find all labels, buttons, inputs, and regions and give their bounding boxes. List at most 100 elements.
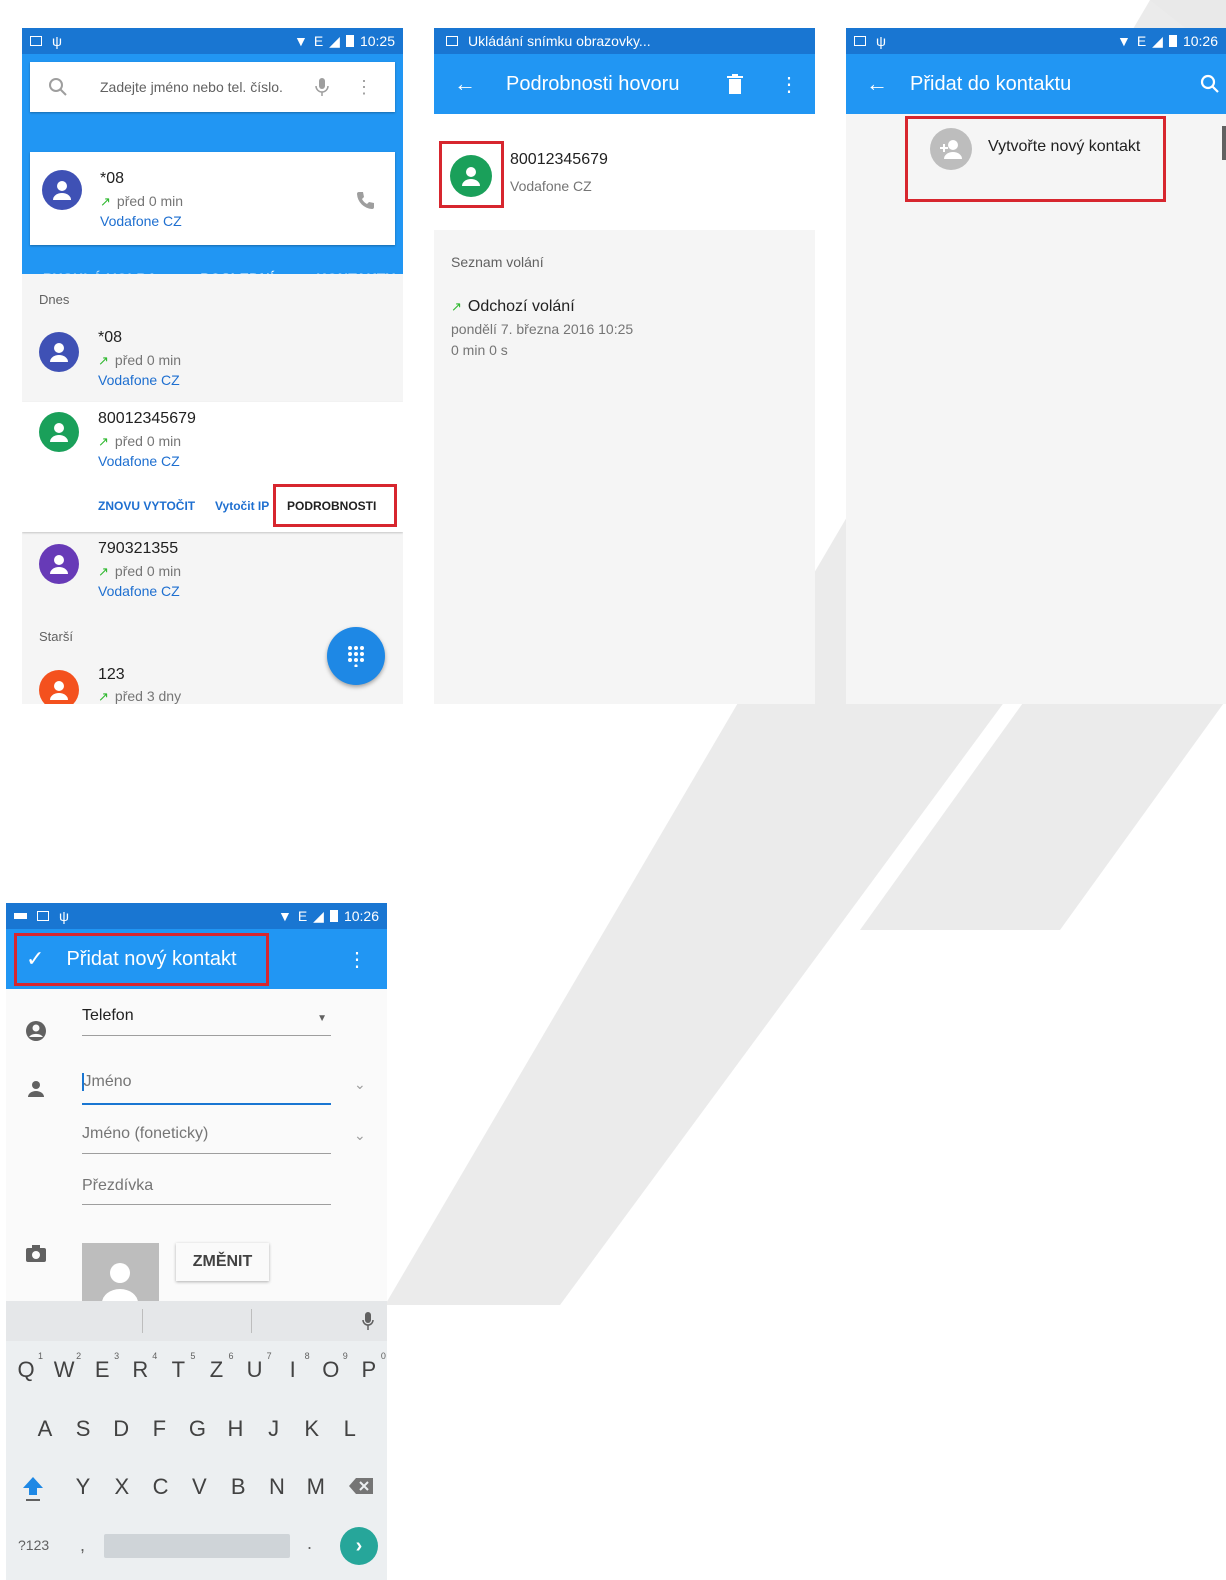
key-n[interactable]: N	[262, 1474, 292, 1500]
key-j[interactable]: J	[259, 1416, 289, 1442]
screen-new-contact: ψ ▼ E ◢ 10:26 ✓ Přidat nový kontakt ⋮ Te…	[6, 903, 387, 1580]
avatar	[39, 332, 79, 372]
key-number-hint: 1	[37, 1351, 43, 1361]
camera-icon	[26, 1245, 46, 1262]
person-icon	[28, 1081, 44, 1097]
highlight-box[interactable]	[439, 141, 504, 208]
avatar	[42, 170, 82, 210]
account-icon	[26, 1021, 46, 1041]
key-b[interactable]: B	[223, 1474, 253, 1500]
key-number-hint: 0	[380, 1351, 386, 1361]
featured-call-card[interactable]: *08 ↗ před 0 min Vodafone CZ	[30, 152, 395, 245]
key-p[interactable]: P0	[354, 1351, 386, 1383]
redial-button[interactable]: ZNOVU VYTOČIT	[98, 499, 195, 513]
app-bar: ← Podrobnosti hovoru ⋮	[434, 54, 815, 114]
person-icon	[50, 681, 68, 700]
scrollbar[interactable]	[1222, 126, 1226, 160]
key-number-hint: 5	[190, 1351, 196, 1361]
key-s[interactable]: S	[68, 1416, 98, 1442]
space-bar[interactable]	[104, 1534, 290, 1558]
call-list: Dnes *08 ↗ před 0 min Vodafone CZ 8001234…	[22, 274, 403, 704]
dialpad-fab[interactable]	[327, 627, 385, 685]
suggestion-strip	[6, 1301, 387, 1341]
screen-call-log: ψ ▼ E ◢ 10:25 Zadejte jméno nebo tel. čí…	[22, 28, 403, 704]
back-arrow-icon[interactable]: ←	[454, 71, 476, 97]
list-item-expanded[interactable]: 80012345679 ↗ před 0 min Vodafone CZ ZNOV…	[22, 402, 403, 532]
comma-key[interactable]: ,	[80, 1535, 85, 1556]
mic-icon[interactable]	[315, 77, 329, 97]
search-bar[interactable]: Zadejte jméno nebo tel. číslo. ⋮	[30, 62, 395, 112]
key-u[interactable]: U7	[240, 1351, 272, 1383]
key-x[interactable]: X	[107, 1474, 137, 1500]
key-number-hint: 9	[342, 1351, 348, 1361]
battery-icon	[329, 910, 338, 922]
key-t[interactable]: T5	[163, 1351, 196, 1383]
key-c[interactable]: C	[146, 1474, 176, 1500]
highlight-box	[273, 484, 397, 527]
key-k[interactable]: K	[297, 1416, 327, 1442]
call-time-row: ↗ před 3 dny	[98, 688, 181, 704]
key-i[interactable]: I8	[278, 1351, 310, 1383]
person-icon	[53, 181, 71, 200]
key-w[interactable]: W2	[49, 1351, 81, 1383]
call-name: 790321355	[98, 540, 179, 557]
phone-icon[interactable]	[355, 190, 375, 210]
nickname-field[interactable]: Přezdívka	[82, 1177, 331, 1205]
key-d[interactable]: D	[106, 1416, 136, 1442]
key-h[interactable]: H	[221, 1416, 251, 1442]
change-photo-button[interactable]: ZMĚNIT	[176, 1243, 269, 1281]
enter-key[interactable]: ›	[340, 1527, 378, 1565]
chevron-down-icon[interactable]: ⌄	[354, 1076, 366, 1093]
backspace-icon[interactable]	[348, 1477, 374, 1495]
key-number-hint: 6	[228, 1351, 234, 1361]
person-icon	[50, 555, 68, 574]
divider	[142, 1309, 143, 1333]
key-v[interactable]: V	[184, 1474, 214, 1500]
key-q[interactable]: Q1	[11, 1351, 43, 1383]
key-l[interactable]: L	[335, 1416, 365, 1442]
call-time-row: ↗ před 0 min	[98, 563, 181, 580]
key-z[interactable]: Z6	[202, 1351, 234, 1383]
key-f[interactable]: F	[144, 1416, 174, 1442]
key-e[interactable]: E3	[87, 1351, 119, 1383]
overflow-menu-icon[interactable]: ⋮	[347, 947, 367, 972]
contact-carrier: Vodafone CZ	[510, 178, 592, 194]
list-item[interactable]: 790321355 ↗ před 0 min Vodafone CZ	[22, 536, 403, 614]
overflow-menu-icon[interactable]: ⋮	[355, 78, 373, 96]
nickname-placeholder: Přezdívka	[82, 1177, 154, 1194]
signal-icon: ◢	[329, 32, 340, 49]
chevron-down-icon[interactable]: ⌄	[354, 1127, 366, 1144]
phonetic-name-field[interactable]: Jméno (foneticky)	[82, 1125, 331, 1154]
period-key[interactable]: .	[307, 1533, 312, 1554]
key-r[interactable]: R4	[125, 1351, 157, 1383]
usb-icon: ψ	[876, 33, 886, 49]
outgoing-arrow-icon: ↗	[98, 434, 109, 449]
overflow-menu-icon[interactable]: ⋮	[779, 72, 799, 97]
person-icon	[50, 343, 68, 362]
avatar	[39, 412, 79, 452]
shift-icon[interactable]	[22, 1476, 44, 1502]
key-g[interactable]: G	[182, 1416, 212, 1442]
key-number-hint: 3	[114, 1351, 120, 1361]
section-title: Seznam volání	[451, 254, 544, 270]
list-item[interactable]: *08 ↗ před 0 min Vodafone CZ	[22, 324, 403, 402]
status-bar: ψ ▼ E ◢ 10:26	[846, 28, 1226, 54]
network-type: E	[313, 33, 324, 49]
call-time-row: ↗ před 0 min	[98, 352, 181, 369]
key-y[interactable]: Y	[68, 1474, 98, 1500]
back-arrow-icon[interactable]: ←	[866, 71, 888, 97]
section-older: Starší	[39, 629, 73, 644]
status-bar: Ukládání snímku obrazovky...	[434, 28, 815, 54]
account-select[interactable]: Telefon ▼	[82, 1007, 331, 1036]
mic-icon[interactable]	[362, 1311, 374, 1331]
delete-icon[interactable]	[727, 74, 743, 94]
key-m[interactable]: M	[301, 1474, 331, 1500]
key-a[interactable]: A	[30, 1416, 60, 1442]
ip-call-button[interactable]: Vytočit IP	[215, 499, 269, 513]
battery-icon	[345, 35, 354, 47]
key-o[interactable]: O9	[316, 1351, 348, 1383]
name-field[interactable]: Jméno	[82, 1073, 331, 1105]
search-icon[interactable]	[1200, 74, 1220, 94]
call-carrier: Vodafone CZ	[98, 583, 180, 599]
symbols-key[interactable]: ?123	[18, 1537, 49, 1553]
